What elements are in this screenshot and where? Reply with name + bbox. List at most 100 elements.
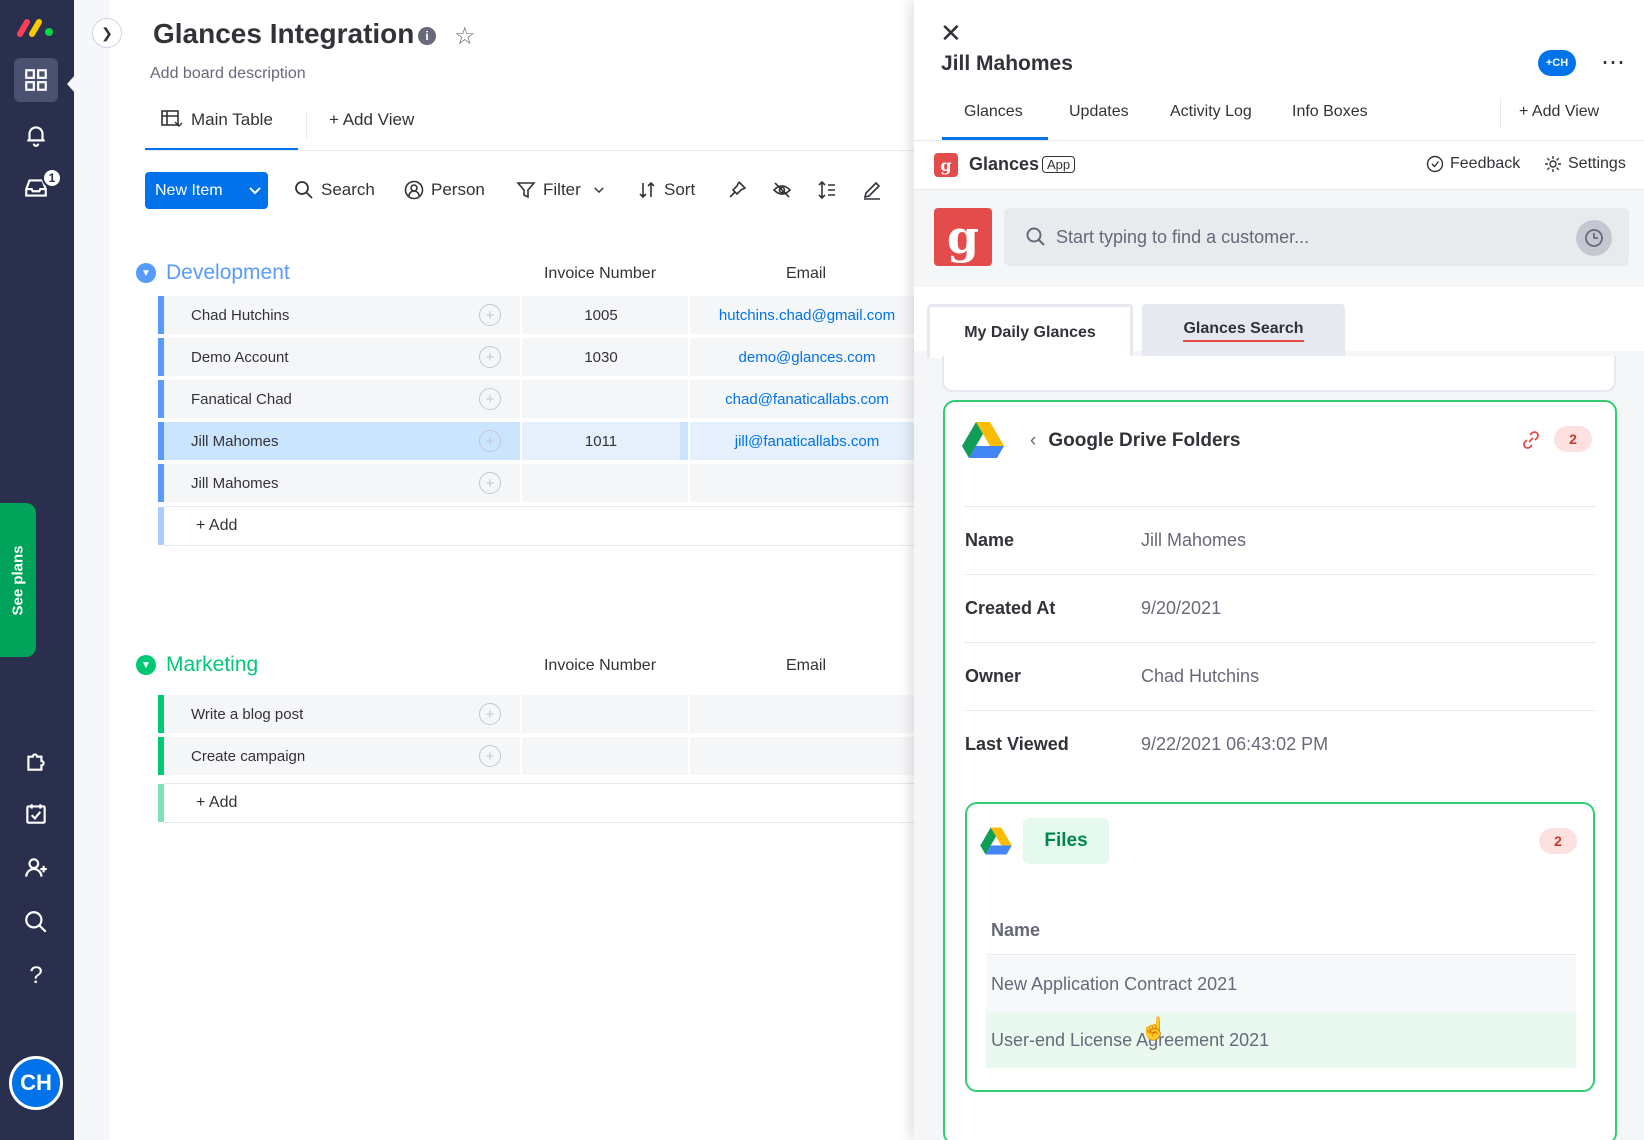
see-plans-button[interactable]: See plans bbox=[0, 503, 36, 657]
file-name[interactable]: New Application Contract 2021 bbox=[991, 974, 1237, 995]
hide-columns-button[interactable] bbox=[772, 180, 792, 200]
more-options-icon[interactable]: ⋯ bbox=[1601, 48, 1626, 77]
email-cell[interactable] bbox=[688, 464, 924, 502]
info-icon[interactable]: i bbox=[418, 27, 436, 45]
board-description[interactable]: Add board description bbox=[150, 65, 306, 83]
group-title[interactable]: Marketing bbox=[166, 653, 258, 677]
color-formatting-button[interactable] bbox=[862, 180, 882, 200]
board-title[interactable]: Glances Integration bbox=[153, 18, 414, 50]
invoice-cell[interactable]: 1030 bbox=[520, 338, 680, 376]
add-update-icon[interactable]: + bbox=[479, 304, 501, 326]
item-name[interactable]: Demo Account bbox=[191, 349, 289, 366]
add-update-icon[interactable]: + bbox=[479, 745, 501, 767]
chevron-down-icon[interactable] bbox=[592, 183, 606, 197]
file-row[interactable]: User-end License Agreement 2021 bbox=[986, 1012, 1576, 1068]
back-chevron-icon[interactable]: ‹ bbox=[1030, 430, 1036, 452]
column-header-email[interactable]: Email bbox=[688, 265, 924, 283]
item-name[interactable]: Jill Mahomes bbox=[191, 433, 279, 450]
file-name[interactable]: User-end License Agreement 2021 bbox=[991, 1030, 1269, 1051]
add-item-row[interactable]: + Add bbox=[158, 506, 924, 546]
invite-members-icon[interactable] bbox=[14, 846, 58, 890]
close-icon[interactable]: ✕ bbox=[940, 18, 962, 49]
add-update-icon[interactable]: + bbox=[479, 703, 501, 725]
table-row[interactable]: Jill Mahomes + bbox=[158, 464, 924, 504]
add-update-icon[interactable]: + bbox=[479, 430, 501, 452]
tab-info-boxes[interactable]: Info Boxes bbox=[1292, 103, 1368, 121]
pin-button[interactable] bbox=[727, 180, 747, 200]
history-clock-icon[interactable] bbox=[1576, 220, 1612, 256]
user-avatar[interactable]: CH bbox=[9, 1056, 63, 1110]
item-name[interactable]: Create campaign bbox=[191, 748, 305, 765]
new-item-button[interactable]: New Item bbox=[145, 172, 268, 209]
tab-my-daily-glances[interactable]: My Daily Glances bbox=[927, 304, 1133, 358]
panel-add-view-button[interactable]: + Add View bbox=[1519, 103, 1599, 121]
item-name[interactable]: Write a blog post bbox=[191, 706, 303, 723]
workspace-grid-icon[interactable] bbox=[14, 58, 58, 102]
chevron-down-icon[interactable] bbox=[241, 172, 268, 209]
table-row[interactable]: Chad Hutchins + 1005 hutchins.chad@gmail… bbox=[158, 296, 924, 336]
table-row[interactable]: Create campaign + bbox=[158, 737, 924, 777]
invoice-cell[interactable]: 1011 bbox=[520, 422, 680, 460]
search-button[interactable]: Search bbox=[294, 180, 375, 200]
email-cell[interactable] bbox=[688, 737, 924, 775]
customer-search-input[interactable] bbox=[1056, 221, 1536, 253]
invoice-cell[interactable] bbox=[520, 695, 680, 733]
group-header-development[interactable]: ▼ Development bbox=[136, 261, 290, 285]
tab-glances[interactable]: Glances bbox=[964, 103, 1023, 121]
notifications-bell-icon[interactable] bbox=[14, 113, 58, 157]
file-row[interactable]: New Application Contract 2021 bbox=[986, 956, 1576, 1012]
email-cell[interactable] bbox=[688, 695, 924, 733]
invoice-cell[interactable] bbox=[520, 737, 680, 775]
panel-item-title[interactable]: Jill Mahomes bbox=[941, 52, 1073, 76]
card-header[interactable]: ‹ Google Drive Folders bbox=[1030, 430, 1240, 452]
add-item-label[interactable]: + Add bbox=[164, 794, 237, 812]
add-update-icon[interactable]: + bbox=[479, 388, 501, 410]
settings-button[interactable]: Settings bbox=[1544, 155, 1626, 173]
item-name[interactable]: Chad Hutchins bbox=[191, 307, 289, 324]
feedback-button[interactable]: Feedback bbox=[1426, 155, 1520, 173]
table-row[interactable]: Write a blog post + bbox=[158, 695, 924, 735]
add-update-icon[interactable]: + bbox=[479, 346, 501, 368]
column-header-invoice[interactable]: Invoice Number bbox=[520, 657, 680, 675]
apps-puzzle-icon[interactable] bbox=[14, 739, 58, 783]
tab-updates[interactable]: Updates bbox=[1069, 103, 1129, 121]
tab-main-table[interactable]: Main Table bbox=[161, 110, 273, 130]
my-work-calendar-icon[interactable] bbox=[14, 792, 58, 836]
table-row[interactable]: Fanatical Chad + chad@fanaticallabs.com bbox=[158, 380, 924, 420]
item-name[interactable]: Jill Mahomes bbox=[191, 475, 279, 492]
chevron-down-icon[interactable]: ▼ bbox=[136, 263, 156, 283]
files-label[interactable]: Files bbox=[1023, 818, 1109, 864]
invoice-cell[interactable] bbox=[520, 380, 680, 418]
invoice-cell[interactable]: 1005 bbox=[520, 296, 680, 334]
add-item-row[interactable]: + Add bbox=[158, 783, 924, 823]
subscribers-avatar[interactable]: + CH bbox=[1538, 50, 1576, 76]
email-cell[interactable]: demo@glances.com bbox=[688, 338, 924, 376]
table-row[interactable]: Demo Account + 1030 demo@glances.com bbox=[158, 338, 924, 378]
favorite-star-icon[interactable]: ☆ bbox=[454, 22, 476, 51]
group-header-marketing[interactable]: ▼ Marketing bbox=[136, 653, 258, 677]
group-title[interactable]: Development bbox=[166, 261, 290, 285]
table-row-selected[interactable]: Jill Mahomes + 1011 jill@fanaticallabs.c… bbox=[158, 422, 924, 462]
email-cell[interactable]: hutchins.chad@gmail.com bbox=[688, 296, 924, 334]
row-height-button[interactable] bbox=[817, 180, 837, 200]
item-name[interactable]: Fanatical Chad bbox=[191, 391, 292, 408]
column-header-invoice[interactable]: Invoice Number bbox=[520, 265, 680, 283]
invoice-cell[interactable] bbox=[520, 464, 680, 502]
tab-activity-log[interactable]: Activity Log bbox=[1170, 103, 1252, 121]
search-icon[interactable] bbox=[14, 900, 58, 944]
link-icon[interactable] bbox=[1521, 430, 1541, 456]
add-update-icon[interactable]: + bbox=[479, 472, 501, 494]
email-cell[interactable]: chad@fanaticallabs.com bbox=[688, 380, 924, 418]
add-view-button[interactable]: + Add View bbox=[329, 110, 414, 130]
monday-logo-icon[interactable] bbox=[16, 14, 58, 38]
customer-search-box[interactable] bbox=[1004, 208, 1629, 266]
column-header-email[interactable]: Email bbox=[688, 657, 924, 675]
tab-glances-search[interactable]: Glances Search bbox=[1142, 304, 1345, 358]
add-item-label[interactable]: + Add bbox=[164, 517, 237, 535]
expand-sidebar-button[interactable]: ❯ bbox=[92, 18, 122, 48]
email-cell[interactable]: jill@fanaticallabs.com bbox=[688, 422, 924, 460]
filter-button[interactable]: Filter bbox=[516, 180, 606, 200]
person-filter-button[interactable]: Person bbox=[404, 180, 485, 200]
chevron-down-icon[interactable]: ▼ bbox=[136, 655, 156, 675]
sort-button[interactable]: Sort bbox=[637, 180, 695, 200]
